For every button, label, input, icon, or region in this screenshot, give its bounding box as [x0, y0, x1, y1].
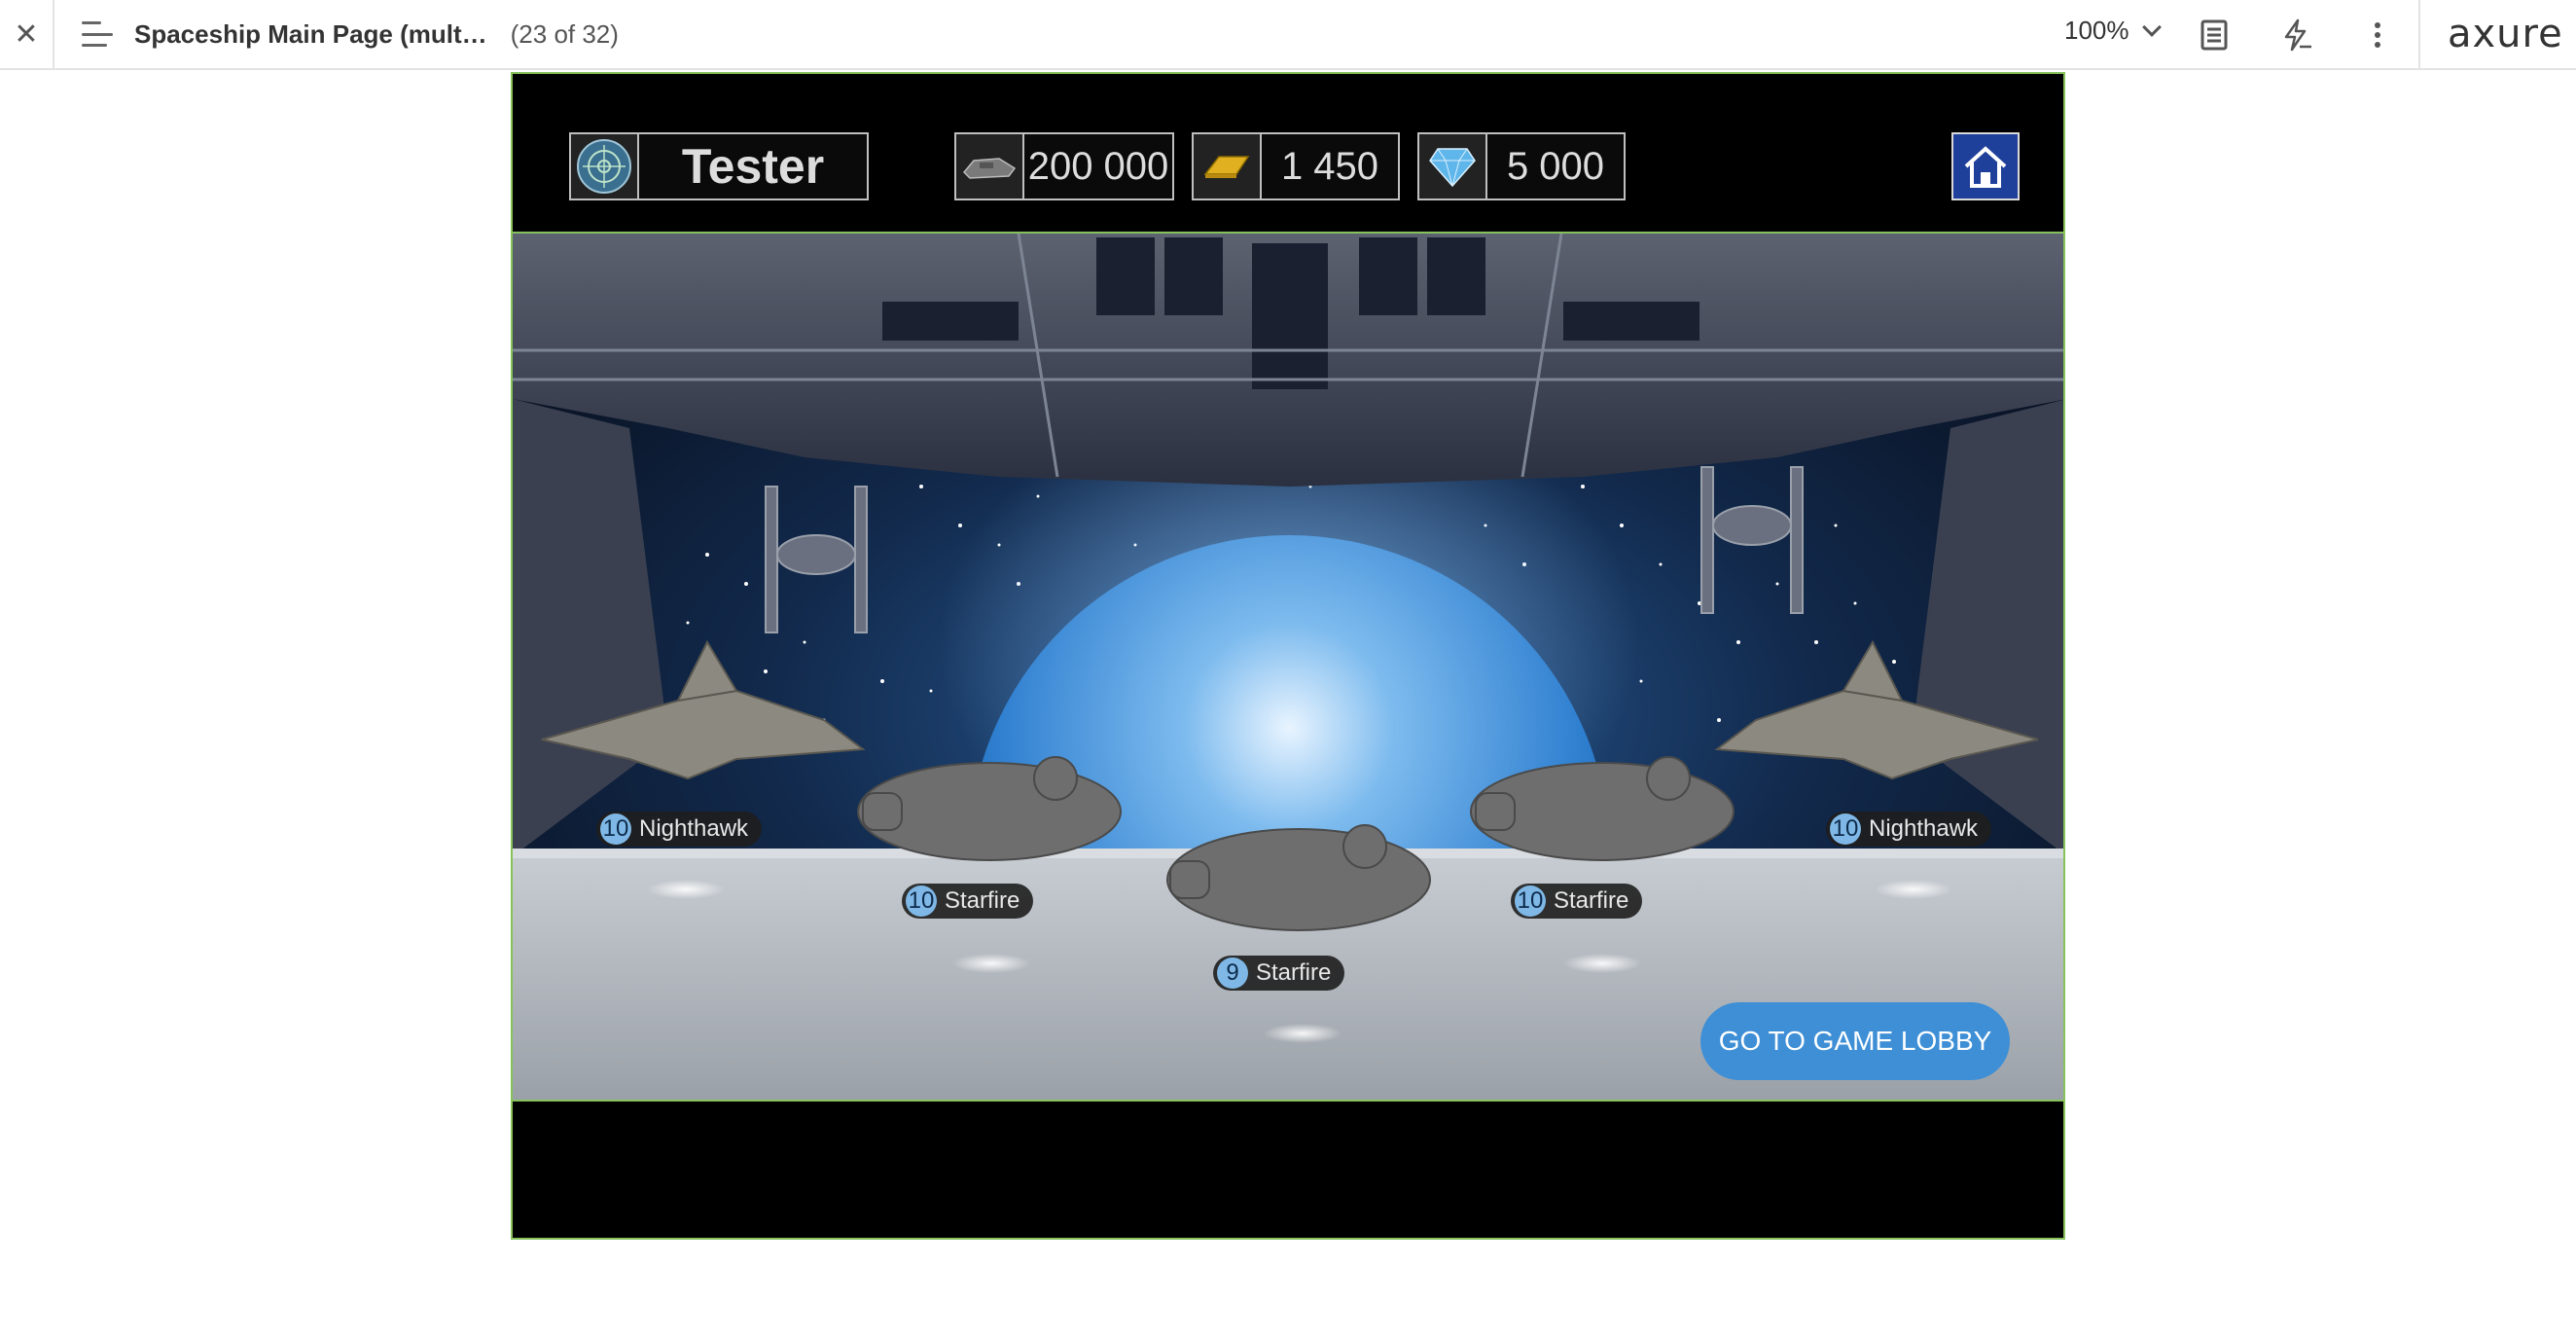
diamond-icon: [1419, 134, 1487, 199]
ships-value: 200 000: [1027, 144, 1169, 188]
game-hud: Tester 200 000 1 450 5 000: [513, 74, 2063, 232]
ship-name: Nighthawk: [1869, 815, 1979, 842]
hangar-scene: 10 Nighthawk 10 Starfire 9 Starfire 10 S…: [513, 232, 2063, 1102]
level-badge: 10: [1515, 885, 1546, 917]
ship-name: Starfire: [1554, 887, 1629, 914]
ship-label-starfire-2[interactable]: 9 Starfire: [1213, 956, 1345, 991]
ship-label-nighthawk-right[interactable]: 10 Nighthawk: [1826, 812, 1992, 847]
level-badge: 10: [600, 813, 631, 845]
go-to-game-lobby-button[interactable]: GO TO GAME LOBBY: [1700, 1002, 2010, 1080]
axure-logo: axure: [2448, 12, 2563, 56]
spaceship-icon: [956, 134, 1024, 199]
more-vertical-icon[interactable]: [2360, 18, 2395, 53]
ship-name: Nighthawk: [639, 815, 749, 842]
player-panel: Tester: [569, 132, 869, 200]
chevron-down-icon: [2141, 17, 2162, 37]
ships-counter: 200 000: [954, 132, 1174, 200]
gold-bar-icon: [1194, 134, 1262, 199]
ship-name: Starfire: [1256, 959, 1332, 986]
ship-label-starfire-3[interactable]: 10 Starfire: [1511, 884, 1643, 919]
level-badge: 10: [1830, 813, 1861, 845]
divider: [2418, 0, 2420, 70]
level-badge: 9: [1217, 958, 1248, 989]
menu-icon[interactable]: [82, 21, 115, 47]
avatar-icon: [571, 134, 639, 199]
lightning-icon[interactable]: [2278, 18, 2313, 53]
gold-counter: 1 450: [1192, 132, 1400, 200]
bottom-bar: [513, 1103, 2063, 1238]
zoom-dropdown[interactable]: 100%: [2064, 16, 2162, 46]
close-icon[interactable]: ✕: [0, 0, 54, 69]
diamond-counter: 5 000: [1417, 132, 1626, 200]
page-count: (23 of 32): [510, 18, 619, 49]
prototype-frame: Tester 200 000 1 450 5 000 10 Nighthawk …: [511, 72, 2065, 1240]
zoom-level: 100%: [2064, 16, 2129, 45]
home-button[interactable]: [1951, 132, 2020, 200]
gold-value: 1 450: [1280, 144, 1379, 188]
ship-label-nighthawk-left[interactable]: 10 Nighthawk: [596, 812, 763, 847]
ship-label-starfire-1[interactable]: 10 Starfire: [902, 884, 1034, 919]
level-badge: 10: [906, 885, 937, 917]
home-icon: [1964, 146, 2007, 188]
viewer-toolbar: ✕ Spaceship Main Page (mult… (23 of 32) …: [0, 0, 2576, 70]
ship-name: Starfire: [945, 887, 1020, 914]
document-icon[interactable]: [2197, 18, 2232, 53]
diamonds-value: 5 000: [1506, 144, 1605, 188]
page-title: Spaceship Main Page (mult…: [134, 18, 487, 49]
player-name: Tester: [681, 139, 825, 194]
